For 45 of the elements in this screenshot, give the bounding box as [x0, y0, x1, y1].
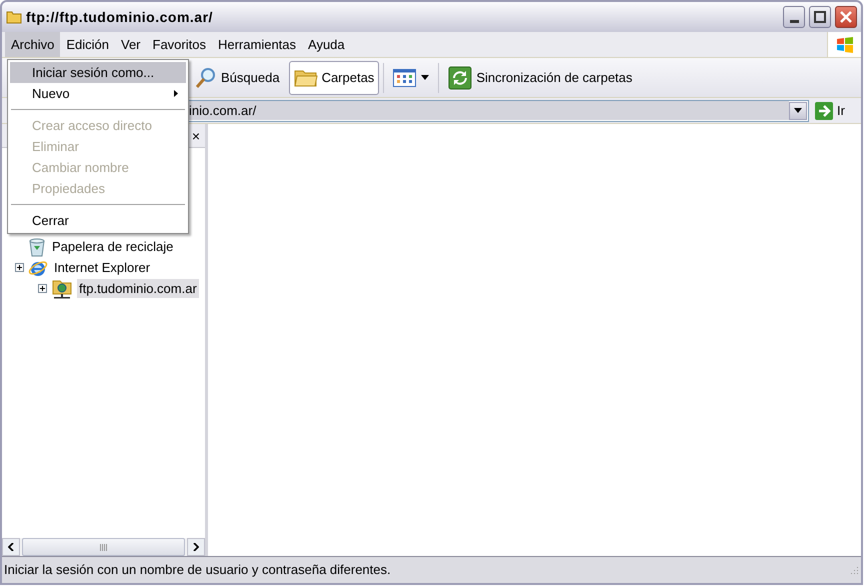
go-button[interactable]: Ir	[813, 100, 847, 120]
menu-item[interactable]: Herramientas	[212, 32, 302, 58]
caret-icon	[421, 75, 430, 80]
tree-item[interactable]: Internet Explorer	[52, 258, 152, 278]
minimize-button[interactable]	[783, 6, 805, 28]
menu-item[interactable]: Archivo	[5, 32, 60, 58]
minimize-icon	[790, 20, 798, 23]
grip-icon	[100, 544, 107, 550]
folder-icon	[294, 68, 318, 88]
menu-item[interactable]: Ayuda	[302, 32, 351, 58]
menu-item[interactable]: Edición	[60, 32, 115, 58]
tree-item[interactable]: Papelera de reciclaje	[50, 236, 176, 256]
close-button[interactable]	[835, 6, 857, 28]
magnifier-icon	[195, 66, 217, 88]
resize-grip-icon	[849, 565, 859, 575]
maximize-button[interactable]	[809, 6, 831, 28]
toolbar-button[interactable]: Sincronización de carpetas	[443, 60, 638, 94]
folder-icon	[6, 10, 22, 24]
close-pane-button[interactable]: ×	[192, 128, 200, 142]
scrollbar-thumb[interactable]	[22, 538, 185, 556]
window-title: ftp://ftp.tudominio.com.ar/	[26, 8, 214, 27]
caret-icon	[794, 108, 802, 113]
toolbar-button[interactable]: Búsqueda	[190, 60, 285, 94]
menu-item[interactable]: Ver	[115, 32, 147, 58]
dropdown-button[interactable]	[789, 102, 808, 120]
close-icon	[840, 11, 852, 23]
logo-icon	[836, 36, 854, 52]
status-text: Iniciar la sesión con un nombre de usuario y contraseña diferentes.	[4, 561, 392, 580]
horizontal-scrollbar[interactable]	[2, 538, 205, 556]
expand-icon[interactable]	[38, 284, 47, 293]
views-icon	[393, 68, 418, 88]
scroll-left-button[interactable]	[2, 538, 20, 556]
menu-item[interactable]: Favoritos	[146, 32, 212, 58]
maximize-icon	[814, 11, 826, 23]
menu-entry[interactable]: Cerrar	[10, 210, 186, 231]
submenu-arrow-icon	[174, 90, 178, 97]
sync-icon	[448, 66, 472, 90]
toolbar-button[interactable]: Carpetas	[288, 60, 380, 94]
menu-entry[interactable]: Iniciar sesión como...	[10, 62, 186, 83]
arrow-icon	[815, 102, 834, 120]
network-folder-icon	[51, 278, 73, 298]
expand-icon[interactable]	[15, 263, 24, 272]
recycle-bin-icon	[28, 236, 46, 256]
scroll-right-button[interactable]	[187, 538, 205, 556]
tree-item[interactable]: ftp.tudominio.com.ar	[77, 278, 199, 298]
